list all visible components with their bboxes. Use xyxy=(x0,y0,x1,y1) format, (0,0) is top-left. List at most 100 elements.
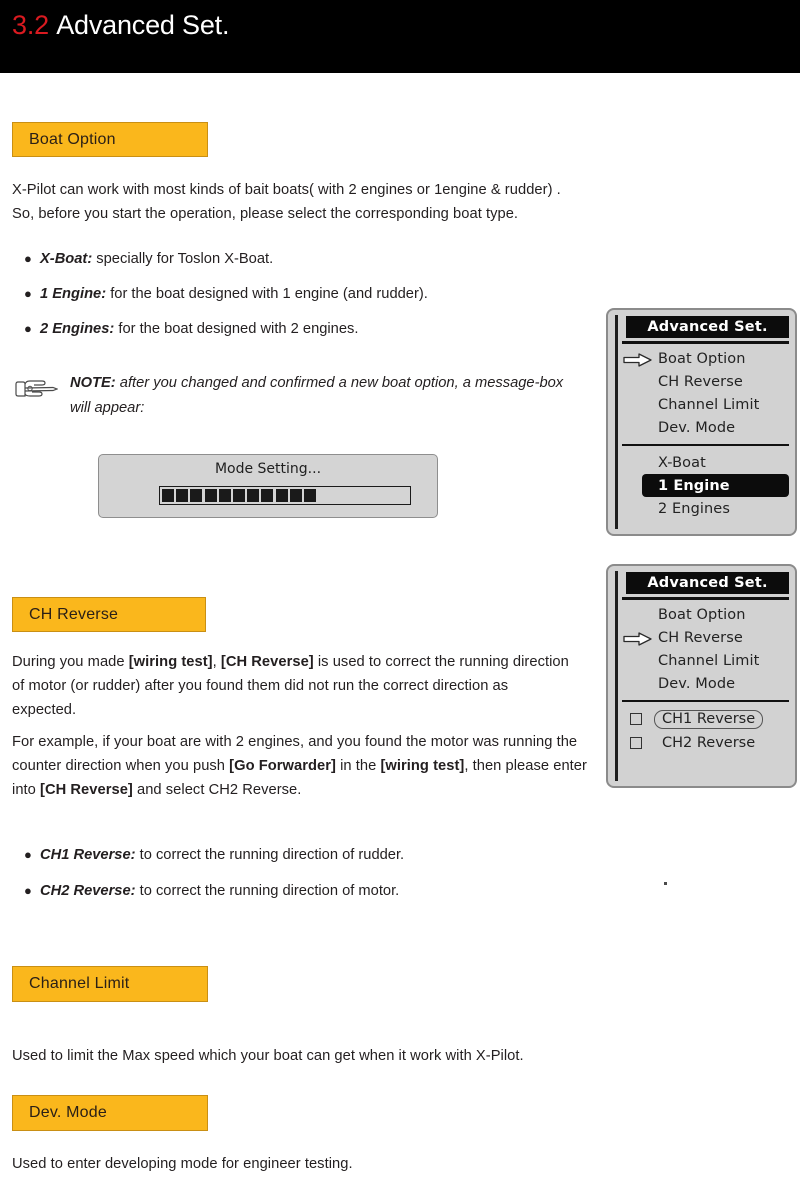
device-option-label: X-Boat xyxy=(658,454,706,471)
section-heading-ch-reverse: CH Reverse xyxy=(12,597,206,632)
bullet-dot: ● xyxy=(24,286,32,301)
device-menu-item-label: Channel Limit xyxy=(658,653,760,669)
device-option-2-engines[interactable]: 2 Engines xyxy=(622,497,789,520)
pointing-hand-icon xyxy=(12,375,59,401)
section-heading-dev-mode-label: Dev. Mode xyxy=(29,1104,107,1121)
device-screen-content: Advanced Set. Boat Option CH Reverse Cha… xyxy=(622,316,789,528)
list-item-term: 2 Engines: xyxy=(40,321,115,337)
section-heading-channel-limit-label: Channel Limit xyxy=(29,975,130,992)
device-title: Advanced Set. xyxy=(626,572,789,594)
device-menu-list: Boat Option CH Reverse Channel Limit Dev… xyxy=(622,600,789,696)
progress-block xyxy=(275,489,288,502)
device-option-1-engine[interactable]: 1 Engine xyxy=(642,474,789,497)
device-menu-item-channel-limit[interactable]: Channel Limit xyxy=(622,394,789,417)
checkbox-ch1-reverse[interactable] xyxy=(630,713,642,725)
dev-mode-body: Used to enter developing mode for engine… xyxy=(12,1156,353,1172)
device-menu-item-label: Boat Option xyxy=(658,607,746,623)
mode-setting-dialog-title: Mode Setting... xyxy=(214,461,322,477)
list-item: ● 1 Engine: for the boat designed with 1 … xyxy=(24,283,428,305)
boat-option-intro: X-Pilot can work with most kinds of bait… xyxy=(12,182,561,222)
device-screen-boat-option: Advanced Set. Boat Option CH Reverse Cha… xyxy=(606,308,797,536)
list-item-desc: to correct the running direction of rudd… xyxy=(135,847,405,863)
device-menu-item-channel-limit[interactable]: Channel Limit xyxy=(622,650,789,673)
list-item-desc: specially for Toslon X-Boat. xyxy=(92,251,274,267)
body-text: , xyxy=(212,654,221,670)
device-checkbox-label: CH1 Reverse xyxy=(654,709,764,729)
ch-reverse-paragraph-2: For example, if your boat are with 2 eng… xyxy=(12,730,590,802)
progress-block xyxy=(190,489,203,502)
progress-block xyxy=(218,489,231,502)
note-label: NOTE: xyxy=(70,375,116,391)
note-body: after you changed and confirmed a new bo… xyxy=(70,375,564,416)
section-heading-channel-limit: Channel Limit xyxy=(12,966,208,1002)
progress-block xyxy=(247,489,260,502)
device-menu-item-dev-mode[interactable]: Dev. Mode xyxy=(622,417,789,440)
list-item-desc: for the boat designed with 1 engine (and… xyxy=(106,286,428,302)
list-item-term: CH2 Reverse: xyxy=(40,883,136,899)
device-bezel xyxy=(615,315,618,529)
device-menu-item-label: Boat Option xyxy=(658,351,746,367)
device-menu-item-ch-reverse[interactable]: CH Reverse xyxy=(622,627,789,650)
progress-block xyxy=(232,489,245,502)
stray-dot-artifact xyxy=(664,882,667,885)
emphasis-text: [Go Forwarder] xyxy=(229,758,336,774)
list-item: ● CH2 Reverse: to correct the running dir… xyxy=(24,880,399,902)
page-title-text: Advanced Set. xyxy=(56,10,230,40)
progress-block xyxy=(176,489,189,502)
device-checkbox-row-ch1-reverse[interactable]: CH1 Reverse xyxy=(622,707,789,731)
device-menu-item-ch-reverse[interactable]: CH Reverse xyxy=(622,371,789,394)
bullet-dot: ● xyxy=(24,321,32,336)
selection-arrow-icon xyxy=(623,352,653,367)
body-text: and select CH2 Reverse. xyxy=(132,782,302,798)
progress-bar xyxy=(159,486,411,505)
device-menu-item-label: Dev. Mode xyxy=(658,420,736,436)
device-menu-list: Boat Option CH Reverse Channel Limit Dev… xyxy=(622,344,789,440)
section-heading-boat-option-label: Boat Option xyxy=(29,130,116,148)
section-heading-boat-option: Boat Option xyxy=(12,122,208,157)
device-menu-item-boat-option[interactable]: Boat Option xyxy=(622,604,789,627)
progress-block xyxy=(303,489,316,502)
progress-block xyxy=(162,489,174,502)
bullet-dot: ● xyxy=(24,883,32,898)
section-heading-dev-mode: Dev. Mode xyxy=(12,1095,208,1131)
emphasis-text: [CH Reverse] xyxy=(220,654,314,670)
page-title-number: 3.2 xyxy=(12,10,49,40)
ch-reverse-paragraph-1: During you made [wiring test], [CH Rever… xyxy=(12,650,574,722)
section-heading-ch-reverse-label: CH Reverse xyxy=(29,605,119,623)
list-item-desc: to correct the running direction of moto… xyxy=(135,883,400,899)
device-menu-item-label: Dev. Mode xyxy=(658,676,736,692)
progress-block xyxy=(289,489,302,502)
device-menu-item-boat-option[interactable]: Boat Option xyxy=(622,348,789,371)
selection-arrow-icon xyxy=(623,631,653,646)
checkbox-ch2-reverse[interactable] xyxy=(630,737,642,749)
page-header-bar: 3.2 Advanced Set. xyxy=(0,0,800,73)
emphasis-text: [wiring test] xyxy=(380,758,465,774)
device-menu-item-dev-mode[interactable]: Dev. Mode xyxy=(622,673,789,696)
mode-setting-dialog: Mode Setting... xyxy=(98,454,438,518)
list-item: ● X-Boat: specially for Toslon X-Boat. xyxy=(24,248,273,270)
device-menu-item-label: Channel Limit xyxy=(658,397,760,413)
device-option-x-boat[interactable]: X-Boat xyxy=(622,451,789,474)
device-checkbox-list: CH1 Reverse CH2 Reverse xyxy=(622,702,789,755)
device-screen-ch-reverse: Advanced Set. Boat Option CH Reverse Cha… xyxy=(606,564,797,788)
emphasis-text: [wiring test] xyxy=(128,654,213,670)
note-text: NOTE: after you changed and confirmed a … xyxy=(70,371,570,421)
device-option-label: 1 Engine xyxy=(658,477,730,494)
channel-limit-body: Used to limit the Max speed which your b… xyxy=(12,1048,524,1064)
body-text: During you made xyxy=(12,654,129,670)
list-item-term: 1 Engine: xyxy=(40,286,107,302)
device-checkbox-row-ch2-reverse[interactable]: CH2 Reverse xyxy=(622,731,789,755)
bullet-dot: ● xyxy=(24,847,32,862)
emphasis-text: [CH Reverse] xyxy=(40,782,133,798)
list-item-term: CH1 Reverse: xyxy=(40,847,136,863)
device-title: Advanced Set. xyxy=(626,316,789,338)
list-item: ● 2 Engines: for the boat designed with 2… xyxy=(24,318,358,340)
device-menu-item-label: CH Reverse xyxy=(658,374,743,390)
bullet-dot: ● xyxy=(24,251,32,266)
progress-block xyxy=(204,489,217,502)
list-item-term: X-Boat: xyxy=(40,251,93,267)
progress-block xyxy=(261,489,274,502)
device-checkbox-label: CH2 Reverse xyxy=(662,735,756,751)
page-title: 3.2 Advanced Set. xyxy=(12,10,229,41)
list-item-desc: for the boat designed with 2 engines. xyxy=(114,321,359,337)
